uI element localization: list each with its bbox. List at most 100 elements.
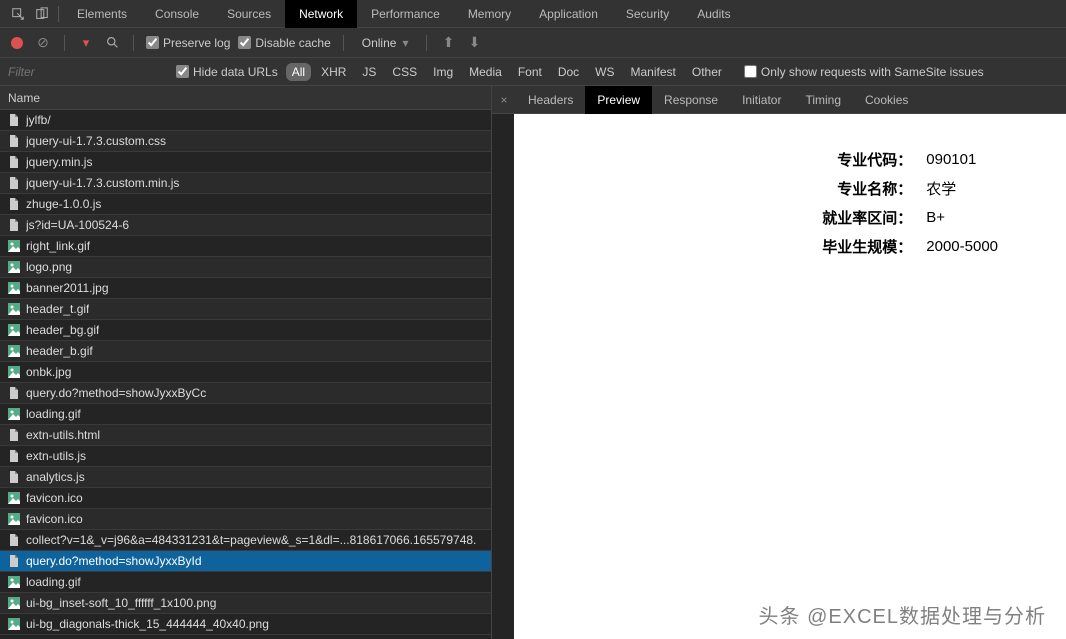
request-name: js?id=UA-100524-6	[26, 218, 129, 232]
request-name: jquery-ui-1.7.3.custom.css	[26, 134, 166, 148]
request-row[interactable]: jylfb/	[0, 110, 491, 131]
request-name: banner2011.jpg	[26, 281, 109, 295]
request-row[interactable]: analytics.js	[0, 467, 491, 488]
inspect-icon[interactable]	[6, 2, 30, 26]
tab-elements[interactable]: Elements	[63, 0, 141, 28]
request-row[interactable]: extn-utils.js	[0, 446, 491, 467]
request-row[interactable]: loading.gif	[0, 572, 491, 593]
preview-value: 090101	[920, 146, 1004, 173]
devtools-top-tabs: ElementsConsoleSourcesNetworkPerformance…	[0, 0, 1066, 28]
filter-input[interactable]	[4, 62, 168, 82]
type-filter-img[interactable]: Img	[427, 63, 459, 81]
request-name: jquery-ui-1.7.3.custom.min.js	[26, 176, 179, 190]
detail-tab-preview[interactable]: Preview	[585, 86, 652, 114]
preview-content: 专业代码：090101专业名称：农学就业率区间：B+毕业生规模：2000-500…	[814, 144, 1006, 262]
detail-tab-cookies[interactable]: Cookies	[853, 86, 920, 114]
request-row[interactable]: logo.png	[0, 257, 491, 278]
document-file-icon	[8, 555, 20, 567]
tab-audits[interactable]: Audits	[683, 0, 744, 28]
request-row[interactable]: header_bg.gif	[0, 320, 491, 341]
clear-button[interactable]: ⊘	[34, 34, 52, 52]
type-filter-js[interactable]: JS	[356, 63, 382, 81]
detail-pane: × HeadersPreviewResponseInitiatorTimingC…	[492, 86, 1066, 639]
request-row[interactable]: collect?v=1&_v=j96&a=484331231&t=pagevie…	[0, 530, 491, 551]
request-name: onbk.jpg	[26, 365, 71, 379]
close-icon[interactable]: ×	[492, 93, 516, 107]
request-row[interactable]: banner2011.jpg	[0, 278, 491, 299]
request-row[interactable]: onbk.jpg	[0, 362, 491, 383]
request-row[interactable]: jquery-ui-1.7.3.custom.css	[0, 131, 491, 152]
main-area: Name jylfb/jquery-ui-1.7.3.custom.css jqu…	[0, 86, 1066, 639]
image-file-icon	[8, 408, 20, 420]
request-name: ui-bg_inset-soft_10_ffffff_1x100.png	[26, 596, 216, 610]
request-row[interactable]: header_t.gif	[0, 299, 491, 320]
detail-tab-headers[interactable]: Headers	[516, 86, 585, 114]
detail-tabs: × HeadersPreviewResponseInitiatorTimingC…	[492, 86, 1066, 114]
detail-tab-timing[interactable]: Timing	[793, 86, 853, 114]
type-filter-ws[interactable]: WS	[589, 63, 620, 81]
preserve-log-checkbox[interactable]: Preserve log	[146, 36, 230, 50]
request-name: extn-utils.js	[26, 449, 86, 463]
request-name: analytics.js	[26, 470, 85, 484]
request-row[interactable]: jquery.min.js	[0, 152, 491, 173]
request-row[interactable]: favicon.ico	[0, 488, 491, 509]
tab-memory[interactable]: Memory	[454, 0, 525, 28]
document-file-icon	[8, 450, 20, 462]
request-row[interactable]: header_b.gif	[0, 341, 491, 362]
disable-cache-checkbox[interactable]: Disable cache	[238, 36, 330, 50]
request-row[interactable]: loading.gif	[0, 404, 491, 425]
tab-network[interactable]: Network	[285, 0, 357, 28]
record-button[interactable]	[8, 34, 26, 52]
filter-toggle-icon[interactable]: ▾	[77, 34, 95, 52]
detail-tab-response[interactable]: Response	[652, 86, 730, 114]
preview-value: 农学	[920, 175, 1004, 202]
type-filter-xhr[interactable]: XHR	[315, 63, 352, 81]
tab-console[interactable]: Console	[141, 0, 213, 28]
request-name: collect?v=1&_v=j96&a=484331231&t=pagevie…	[26, 533, 476, 547]
request-name: logo.png	[26, 260, 72, 274]
tab-performance[interactable]: Performance	[357, 0, 454, 28]
download-har-icon[interactable]: ⬇	[465, 34, 483, 52]
tab-application[interactable]: Application	[525, 0, 612, 28]
preview-key: 专业名称：	[816, 175, 918, 202]
type-filter-font[interactable]: Font	[512, 63, 548, 81]
document-file-icon	[8, 387, 20, 399]
tab-sources[interactable]: Sources	[213, 0, 285, 28]
device-toggle-icon[interactable]	[30, 2, 54, 26]
type-filter-all[interactable]: All	[286, 63, 311, 81]
preview-value: 2000-5000	[920, 233, 1004, 260]
request-name: ui-bg_diagonals-thick_15_444444_40x40.pn…	[26, 617, 269, 631]
request-name: loading.gif	[26, 575, 81, 589]
upload-har-icon[interactable]: ⬆	[439, 34, 457, 52]
request-row[interactable]: extn-utils.html	[0, 425, 491, 446]
request-row[interactable]: ui-bg_inset-soft_10_ffffff_1x100.png	[0, 593, 491, 614]
type-filter-manifest[interactable]: Manifest	[625, 63, 682, 81]
request-row[interactable]: jquery-ui-1.7.3.custom.min.js	[0, 173, 491, 194]
samesite-checkbox[interactable]: Only show requests with SameSite issues	[744, 65, 984, 79]
request-row[interactable]: favicon.ico	[0, 509, 491, 530]
watermark: 头条 @EXCEL数据处理与分析	[759, 600, 1046, 629]
document-file-icon	[8, 198, 20, 210]
image-file-icon	[8, 597, 20, 609]
request-row[interactable]: ui-bg_diagonals-thick_15_444444_40x40.pn…	[0, 614, 491, 635]
type-filter-doc[interactable]: Doc	[552, 63, 585, 81]
throttle-select[interactable]: Online ▾	[356, 36, 415, 50]
request-row[interactable]: js?id=UA-100524-6	[0, 215, 491, 236]
request-row[interactable]: zhuge-1.0.0.js	[0, 194, 491, 215]
chevron-down-icon: ▾	[402, 36, 408, 50]
type-filter-css[interactable]: CSS	[386, 63, 423, 81]
document-file-icon	[8, 471, 20, 483]
detail-tab-initiator[interactable]: Initiator	[730, 86, 793, 114]
document-file-icon	[8, 219, 20, 231]
name-column-header[interactable]: Name	[0, 86, 491, 110]
request-name: jylfb/	[26, 113, 51, 127]
request-row[interactable]: query.do?method=showJyxxByCc	[0, 383, 491, 404]
hide-data-urls-checkbox[interactable]: Hide data URLs	[176, 65, 278, 79]
search-icon[interactable]	[103, 34, 121, 52]
tab-security[interactable]: Security	[612, 0, 683, 28]
request-name: header_bg.gif	[26, 323, 99, 337]
type-filter-other[interactable]: Other	[686, 63, 728, 81]
type-filter-media[interactable]: Media	[463, 63, 508, 81]
request-row[interactable]: query.do?method=showJyxxById	[0, 551, 491, 572]
request-row[interactable]: right_link.gif	[0, 236, 491, 257]
